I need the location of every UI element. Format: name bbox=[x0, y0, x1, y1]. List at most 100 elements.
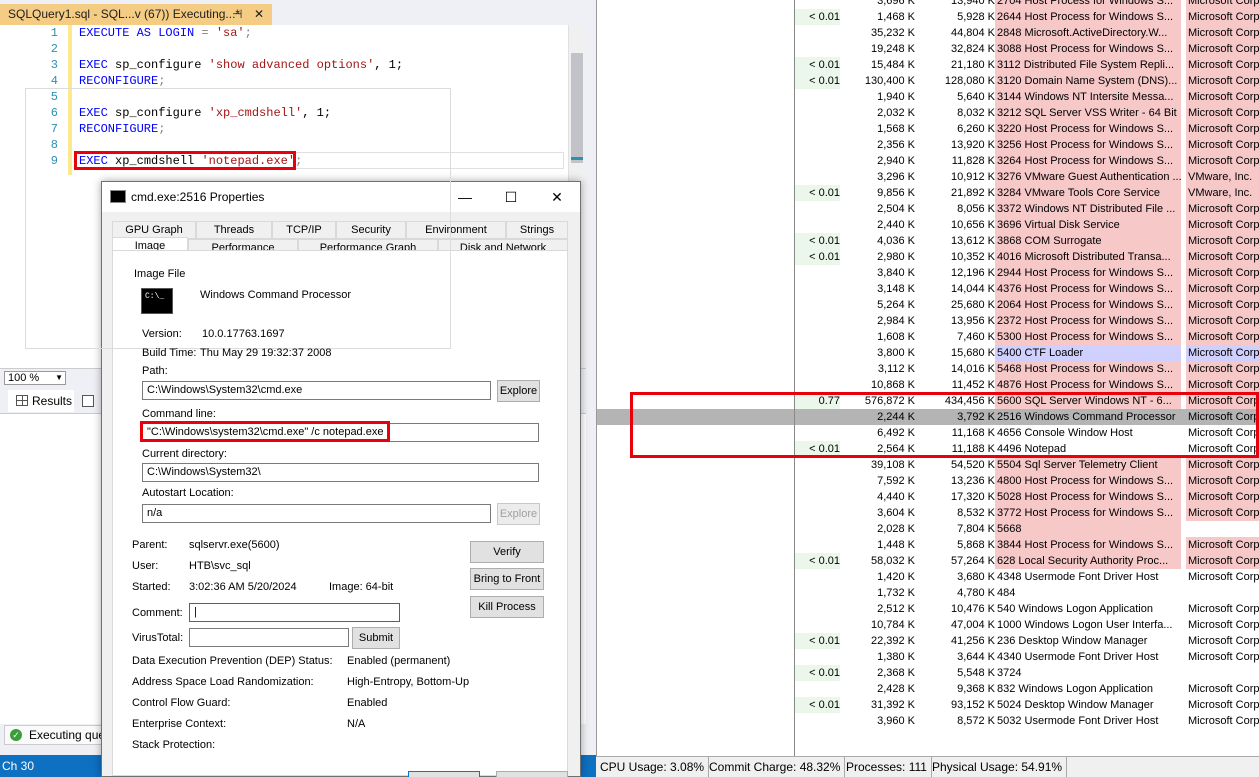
process-row[interactable]: sqlceip.exe39,108 K54,520 K5504 Sql Serv… bbox=[597, 457, 1259, 473]
process-pid-description: 5300 Host Process for Windows S... bbox=[995, 329, 1181, 345]
process-working-set: 10,912 K bbox=[950, 171, 995, 183]
process-row[interactable]: svchost.exe3,696 K13,940 K2704 Host Proc… bbox=[597, 0, 1259, 9]
process-row[interactable]: fontdrvhost.exe3,960 K8,572 K5032 Usermo… bbox=[597, 713, 1259, 729]
process-private-bytes: 10,868 K bbox=[870, 379, 915, 391]
process-working-set: 5,868 K bbox=[957, 539, 995, 551]
process-company: Microsoft Corpo bbox=[1186, 537, 1259, 553]
process-company: Microsoft Corpo bbox=[1186, 553, 1259, 569]
messages-icon[interactable] bbox=[82, 395, 94, 407]
close-icon[interactable]: ✕ bbox=[254, 4, 264, 25]
process-row[interactable]: svchost.exe2,984 K13,956 K2372 Host Proc… bbox=[597, 313, 1259, 329]
cancel-button[interactable] bbox=[496, 771, 568, 777]
process-row[interactable]: −winlogon.exe2,512 K10,476 K540 Windows … bbox=[597, 601, 1259, 617]
code-line-3: EXEC sp_configure 'show advanced options… bbox=[79, 58, 404, 72]
scrollbar-thumb[interactable] bbox=[571, 53, 583, 163]
process-row[interactable]: svchost.exe7,592 K13,236 K4800 Host Proc… bbox=[597, 473, 1259, 489]
process-pid-description: 5028 Host Process for Windows S... bbox=[995, 489, 1181, 505]
path-field[interactable]: C:\Windows\System32\cmd.exe bbox=[142, 381, 491, 400]
process-row[interactable]: fontdrvhost.exe1,380 K3,644 K4340 Usermo… bbox=[597, 649, 1259, 665]
process-row[interactable]: svchost.exe10,868 K11,452 K4876 Host Pro… bbox=[597, 377, 1259, 393]
process-working-set: 13,956 K bbox=[950, 315, 995, 327]
group-label: Image File bbox=[131, 268, 189, 280]
process-row[interactable]: svchost.exe5,264 K25,680 K2064 Host Proc… bbox=[597, 297, 1259, 313]
process-row[interactable]: dwm.exe< 0.0122,392 K41,256 K236 Desktop… bbox=[597, 633, 1259, 649]
process-row[interactable]: csrss.exe< 0.012,368 K5,548 K3724 bbox=[597, 665, 1259, 681]
kill-process-button[interactable]: Kill Process bbox=[470, 596, 544, 618]
process-row[interactable]: vds.exe2,440 K10,656 K3696 Virtual Disk … bbox=[597, 217, 1259, 233]
process-company: Microsoft Corpo bbox=[1188, 571, 1259, 583]
process-private-bytes: 2,512 K bbox=[877, 603, 915, 615]
submit-button[interactable]: Submit bbox=[352, 627, 400, 649]
process-pid-description: 484 bbox=[997, 587, 1016, 599]
process-row[interactable]: VGAuthService.exe3,296 K10,912 K3276 VMw… bbox=[597, 169, 1259, 185]
process-row[interactable]: svchost.exe1,568 K6,260 K3220 Host Proce… bbox=[597, 121, 1259, 137]
process-row[interactable]: −winlogon.exe2,428 K9,368 K832 Windows L… bbox=[597, 681, 1259, 697]
process-row[interactable]: svchost.exe< 0.011,468 K5,928 K2644 Host… bbox=[597, 9, 1259, 25]
process-working-set: 9,368 K bbox=[957, 683, 995, 695]
process-row[interactable]: svchost.exe3,840 K12,196 K2944 Host Proc… bbox=[597, 265, 1259, 281]
process-row[interactable]: svchost.exe3,112 K14,016 K5468 Host Proc… bbox=[597, 361, 1259, 377]
process-row[interactable]: lsass.exe< 0.0158,032 K57,264 K628 Local… bbox=[597, 553, 1259, 569]
process-row[interactable]: −svchost.exe1,608 K7,460 K5300 Host Proc… bbox=[597, 329, 1259, 345]
results-tab[interactable]: Results bbox=[8, 390, 74, 412]
process-working-set: 10,656 K bbox=[950, 219, 995, 231]
query-tab[interactable]: SQLQuery1.sql - SQL...v (67)) Executing.… bbox=[0, 4, 272, 25]
process-working-set: 13,236 K bbox=[950, 475, 995, 487]
process-row[interactable]: dfsrs.exe< 0.0115,484 K21,180 K3112 Dist… bbox=[597, 57, 1259, 73]
virustotal-field[interactable] bbox=[189, 628, 349, 647]
process-working-set: 3,644 K bbox=[957, 651, 995, 663]
process-company: Microsoft Corpo bbox=[1186, 265, 1259, 281]
scroll-marker bbox=[571, 157, 583, 160]
process-row[interactable]: dns.exe< 0.01130,400 K128,080 K3120 Doma… bbox=[597, 73, 1259, 89]
process-row[interactable]: vmtoolsd.exe< 0.019,856 K21,892 K3284 VM… bbox=[597, 185, 1259, 201]
process-row[interactable]: svchost.exe3,148 K14,044 K4376 Host Proc… bbox=[597, 281, 1259, 297]
process-row[interactable]: fontdrvhost.exe1,420 K3,680 K4348 Usermo… bbox=[597, 569, 1259, 585]
current-directory-field[interactable]: C:\Windows\System32\ bbox=[142, 463, 539, 482]
close-button[interactable]: ✕ bbox=[534, 182, 580, 212]
cpu-usage: CPU Usage: 3.08% bbox=[596, 757, 710, 777]
process-company: Microsoft Corpo bbox=[1186, 105, 1259, 121]
process-company: Microsoft Corpo bbox=[1188, 715, 1259, 727]
current-directory-label: Current directory: bbox=[142, 448, 227, 460]
process-row[interactable]: LogonUI.exe10,784 K47,004 K1000 Windows … bbox=[597, 617, 1259, 633]
aslr-value: High-Entropy, Bottom-Up bbox=[347, 676, 470, 688]
process-row[interactable]: svchost.exe2,356 K13,920 K3256 Host Proc… bbox=[597, 137, 1259, 153]
process-private-bytes: 2,440 K bbox=[877, 219, 915, 231]
process-row[interactable]: dfssvc.exe2,504 K8,056 K3372 Windows NT … bbox=[597, 201, 1259, 217]
procexp-status-bar: CPU Usage: 3.08% Commit Charge: 48.32% P… bbox=[596, 756, 1259, 777]
process-row[interactable]: dllhost.exe< 0.014,036 K13,612 K3868 COM… bbox=[597, 233, 1259, 249]
ok-button[interactable] bbox=[408, 771, 480, 777]
tab-strings[interactable]: Strings bbox=[506, 221, 568, 239]
autostart-field[interactable]: n/a bbox=[142, 504, 491, 523]
process-row[interactable]: svchost.exe1,448 K5,868 K3844 Host Proce… bbox=[597, 537, 1259, 553]
process-company: Microsoft Corpo bbox=[1186, 361, 1259, 377]
process-row[interactable]: csrss.exe1,732 K4,780 K484 bbox=[597, 585, 1259, 601]
process-row[interactable]: sqlwriter.exe2,032 K8,032 K3212 SQL Serv… bbox=[597, 105, 1259, 121]
zoom-select[interactable]: 100 % ▼ bbox=[4, 371, 66, 385]
process-pid-description: 4800 Host Process for Windows S... bbox=[995, 473, 1181, 489]
process-cpu: < 0.01 bbox=[794, 57, 840, 73]
process-row[interactable]: svchost.exe3,604 K8,532 K3772 Host Proce… bbox=[597, 505, 1259, 521]
process-row[interactable]: svchost.exe2,028 K7,804 K5668 bbox=[597, 521, 1259, 537]
comment-field[interactable]: | bbox=[189, 603, 400, 622]
process-row[interactable]: svchost.exe19,248 K32,824 K3088 Host Pro… bbox=[597, 41, 1259, 57]
process-row[interactable]: dwm.exe< 0.0131,392 K93,152 K5024 Deskto… bbox=[597, 697, 1259, 713]
process-row[interactable]: ismserv.exe1,940 K5,640 K3144 Windows NT… bbox=[597, 89, 1259, 105]
process-row[interactable]: svchost.exe4,440 K17,320 K5028 Host Proc… bbox=[597, 489, 1259, 505]
bring-to-front-button[interactable]: Bring to Front bbox=[470, 568, 544, 590]
process-row[interactable]: Microsoft.ActiveDirectory....35,232 K44,… bbox=[597, 25, 1259, 41]
verify-button[interactable]: Verify bbox=[470, 541, 544, 563]
process-row[interactable]: svchost.exe2,940 K11,828 K3264 Host Proc… bbox=[597, 153, 1259, 169]
maximize-button[interactable]: ☐ bbox=[488, 182, 534, 212]
explore-button[interactable]: Explore bbox=[497, 380, 540, 402]
pin-icon[interactable]: ⊣ bbox=[232, 4, 242, 25]
process-private-bytes: 1,732 K bbox=[877, 587, 915, 599]
process-row[interactable]: msdtc.exe< 0.012,980 K10,352 K4016 Micro… bbox=[597, 249, 1259, 265]
process-row[interactable]: ctfmon.exe3,800 K15,680 K5400 CTF Loader… bbox=[597, 345, 1259, 361]
process-private-bytes: 3,296 K bbox=[877, 171, 915, 183]
process-working-set: 15,680 K bbox=[950, 347, 995, 359]
executing-status: ✓ Executing que bbox=[4, 725, 104, 745]
process-working-set: 11,828 K bbox=[951, 155, 995, 167]
process-working-set: 8,032 K bbox=[957, 107, 995, 119]
process-private-bytes: 1,448 K bbox=[877, 539, 915, 551]
